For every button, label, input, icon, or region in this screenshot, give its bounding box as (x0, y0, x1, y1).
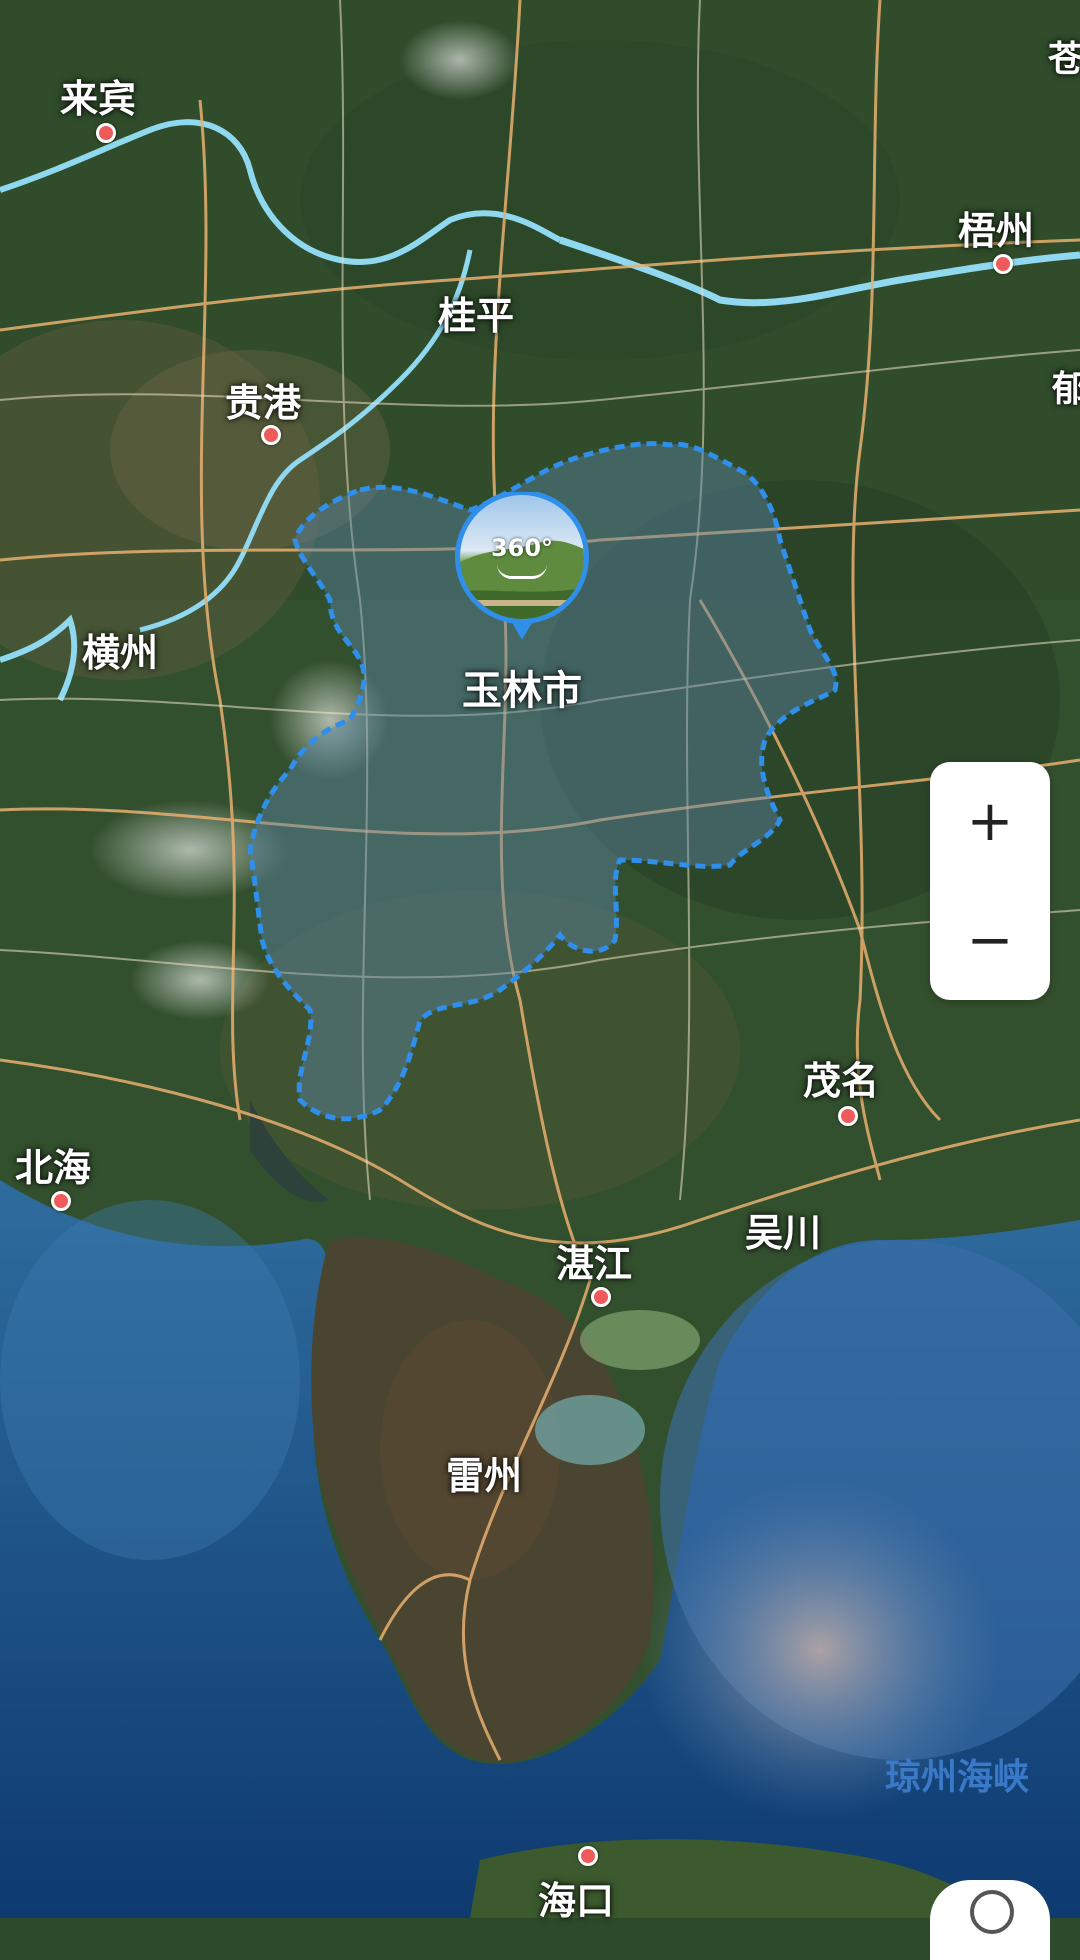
city-dot-beihai (51, 1191, 71, 1211)
zoom-out-button[interactable]: − (930, 881, 1050, 1000)
city-dot-zhanjiang (591, 1287, 611, 1307)
city-label-maoming[interactable]: 茂名 (803, 1050, 879, 1105)
city-label-wuchuan[interactable]: 吴川 (745, 1202, 821, 1257)
zoom-control: + − (930, 762, 1050, 1000)
city-label-haikou[interactable]: 海口 (538, 1870, 614, 1925)
city-dot-haikou (578, 1846, 598, 1866)
city-label-hengzhou[interactable]: 横州 (82, 622, 158, 677)
zoom-in-button[interactable]: + (930, 762, 1050, 881)
city-label-yu[interactable]: 郁 (1052, 360, 1080, 412)
rotate-arrow-icon (497, 564, 547, 579)
panorama-360-label: 360° (490, 534, 554, 562)
satellite-map[interactable] (0, 0, 1080, 1918)
city-dot-laibin (96, 123, 116, 143)
city-label-laibin[interactable]: 来宾 (60, 68, 136, 123)
crosshair-icon (970, 1890, 1014, 1934)
city-dot-wuzhou (993, 254, 1013, 274)
city-label-guigang[interactable]: 贵港 (225, 372, 301, 427)
city-dot-guigang (261, 425, 281, 445)
locate-button[interactable] (930, 1880, 1050, 1960)
city-label-leizhou[interactable]: 雷州 (446, 1445, 522, 1500)
city-label-beihai[interactable]: 北海 (15, 1137, 91, 1192)
panorama-360-marker[interactable]: 360° (452, 490, 592, 662)
city-label-zhanjiang[interactable]: 湛江 (556, 1233, 632, 1288)
city-dot-maoming (838, 1106, 858, 1126)
region-label-yulin[interactable]: 玉林市 (462, 658, 582, 716)
city-label-guiping[interactable]: 桂平 (438, 285, 514, 340)
city-label-cang[interactable]: 苍 (1048, 30, 1080, 82)
city-label-wuzhou[interactable]: 梧州 (958, 200, 1034, 255)
sea-label-qiongzhou-strait: 琼州海峡 (885, 1757, 1030, 1798)
